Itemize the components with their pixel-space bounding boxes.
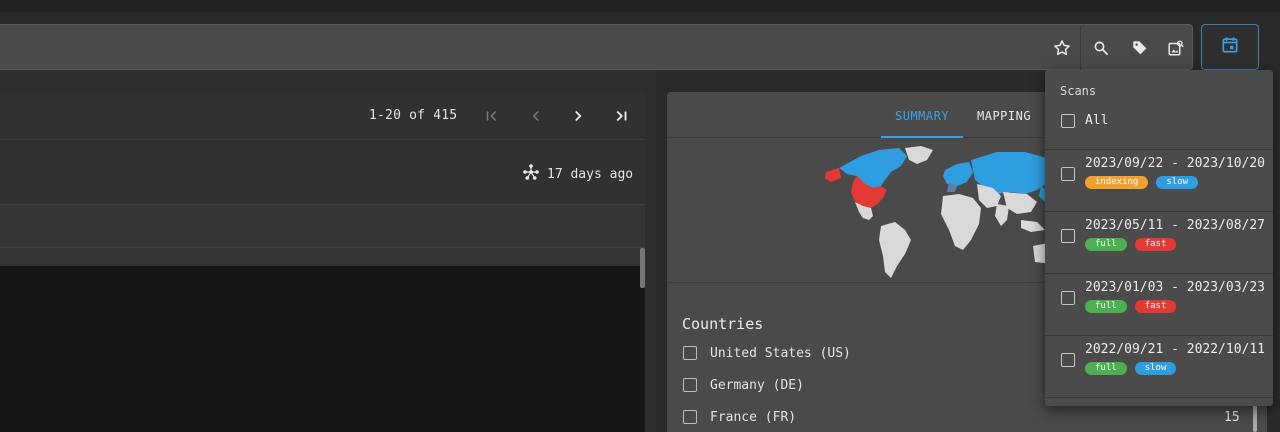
scan-checkbox[interactable] — [1061, 114, 1075, 128]
map-europe[interactable] — [943, 162, 973, 186]
search-icon[interactable] — [1089, 36, 1113, 60]
tab-indicator — [881, 136, 963, 138]
scan-option-all[interactable]: All — [1045, 106, 1273, 150]
world-map[interactable] — [821, 142, 1061, 284]
scan-tags: full fast — [1085, 300, 1177, 313]
star-icon[interactable] — [1050, 36, 1074, 60]
scan-option[interactable]: 2023/05/11 - 2023/08/27 full fast — [1045, 212, 1273, 274]
scan-label: All — [1085, 113, 1109, 128]
map-india[interactable] — [995, 204, 1009, 226]
country-label: France (FR) — [710, 409, 797, 425]
scan-checkbox[interactable] — [1061, 353, 1075, 367]
tag-icon[interactable] — [1128, 36, 1152, 60]
scan-age-text: 17 days ago — [547, 166, 634, 182]
map-greenland[interactable] — [905, 146, 933, 164]
prev-page-icon[interactable] — [524, 104, 548, 128]
tag-full: full — [1085, 238, 1127, 251]
scan-range: 2022/09/21 - 2022/10/11 — [1085, 342, 1266, 357]
country-label: United States (US) — [710, 345, 851, 361]
tag-slow: slow — [1156, 176, 1199, 189]
summary-scrollbar[interactable] — [1253, 402, 1257, 432]
scan-range: 2023/01/03 - 2023/03/23 — [1085, 280, 1266, 295]
map-alaska[interactable] — [825, 168, 841, 182]
scan-tags: full fast — [1085, 238, 1177, 251]
result-range: 1-20 of 415 — [369, 108, 458, 123]
countries-title: Countries — [682, 315, 764, 333]
top-band — [0, 0, 1280, 12]
tab-mapping[interactable]: MAPPING — [977, 109, 1031, 123]
country-filter-de[interactable]: Germany (DE) — [683, 375, 804, 395]
country-checkbox[interactable] — [683, 378, 697, 392]
toolbar-separator — [1080, 26, 1081, 70]
scans-dropdown: Scans All 2023/09/22 - 2023/10/20 indexi… — [1045, 70, 1273, 406]
country-checkbox[interactable] — [683, 410, 697, 424]
table-subheader — [0, 248, 645, 266]
country-count-fr: 15 — [1224, 410, 1240, 425]
country-checkbox[interactable] — [683, 346, 697, 360]
tag-fast: fast — [1134, 238, 1177, 251]
fork-icon — [522, 163, 540, 185]
tag-fast: fast — [1134, 300, 1177, 313]
scan-checkbox[interactable] — [1061, 291, 1075, 305]
calendar-icon — [1220, 35, 1240, 59]
pagination-bar: 1-20 of 415 — [0, 92, 645, 140]
search-bar[interactable] — [0, 24, 1193, 70]
tag-full: full — [1085, 362, 1127, 375]
tag-full: full — [1085, 300, 1127, 313]
tab-summary[interactable]: SUMMARY — [895, 109, 949, 123]
scan-tags: indexing slow — [1085, 176, 1199, 189]
tag-indexing: indexing — [1085, 176, 1149, 189]
image-search-icon[interactable] — [1164, 36, 1188, 60]
calendar-button[interactable] — [1201, 24, 1259, 70]
map-south-america[interactable] — [879, 222, 911, 278]
country-filter-us[interactable]: United States (US) — [683, 343, 851, 363]
scan-range: 2023/05/11 - 2023/08/27 — [1085, 218, 1266, 233]
country-label: Germany (DE) — [710, 377, 804, 393]
scan-tags: full slow — [1085, 362, 1177, 375]
table-header — [0, 204, 645, 248]
tag-slow: slow — [1134, 362, 1177, 375]
map-africa[interactable] — [941, 194, 981, 250]
country-filter-fr[interactable]: France (FR) — [683, 407, 796, 427]
scan-checkbox[interactable] — [1061, 229, 1075, 243]
scan-checkbox[interactable] — [1061, 167, 1075, 181]
result-preview — [0, 266, 645, 432]
next-page-icon[interactable] — [566, 104, 590, 128]
scan-option[interactable]: 2023/09/22 - 2023/10/20 indexing slow — [1045, 150, 1273, 212]
scan-option[interactable]: 2023/01/03 - 2023/03/23 full fast — [1045, 274, 1273, 336]
map-canada[interactable] — [839, 148, 907, 188]
scan-age: 17 days ago — [522, 163, 633, 185]
results-scrollbar[interactable] — [640, 248, 645, 288]
first-page-icon[interactable] — [480, 104, 504, 128]
map-southeast-asia[interactable] — [1021, 220, 1045, 232]
scan-range: 2023/09/22 - 2023/10/20 — [1085, 156, 1266, 171]
last-page-icon[interactable] — [609, 104, 633, 128]
scans-title: Scans — [1060, 84, 1097, 98]
scan-option[interactable]: 2022/09/21 - 2022/10/11 full slow — [1045, 336, 1273, 398]
result-info-row: 17 days ago — [0, 141, 645, 204]
